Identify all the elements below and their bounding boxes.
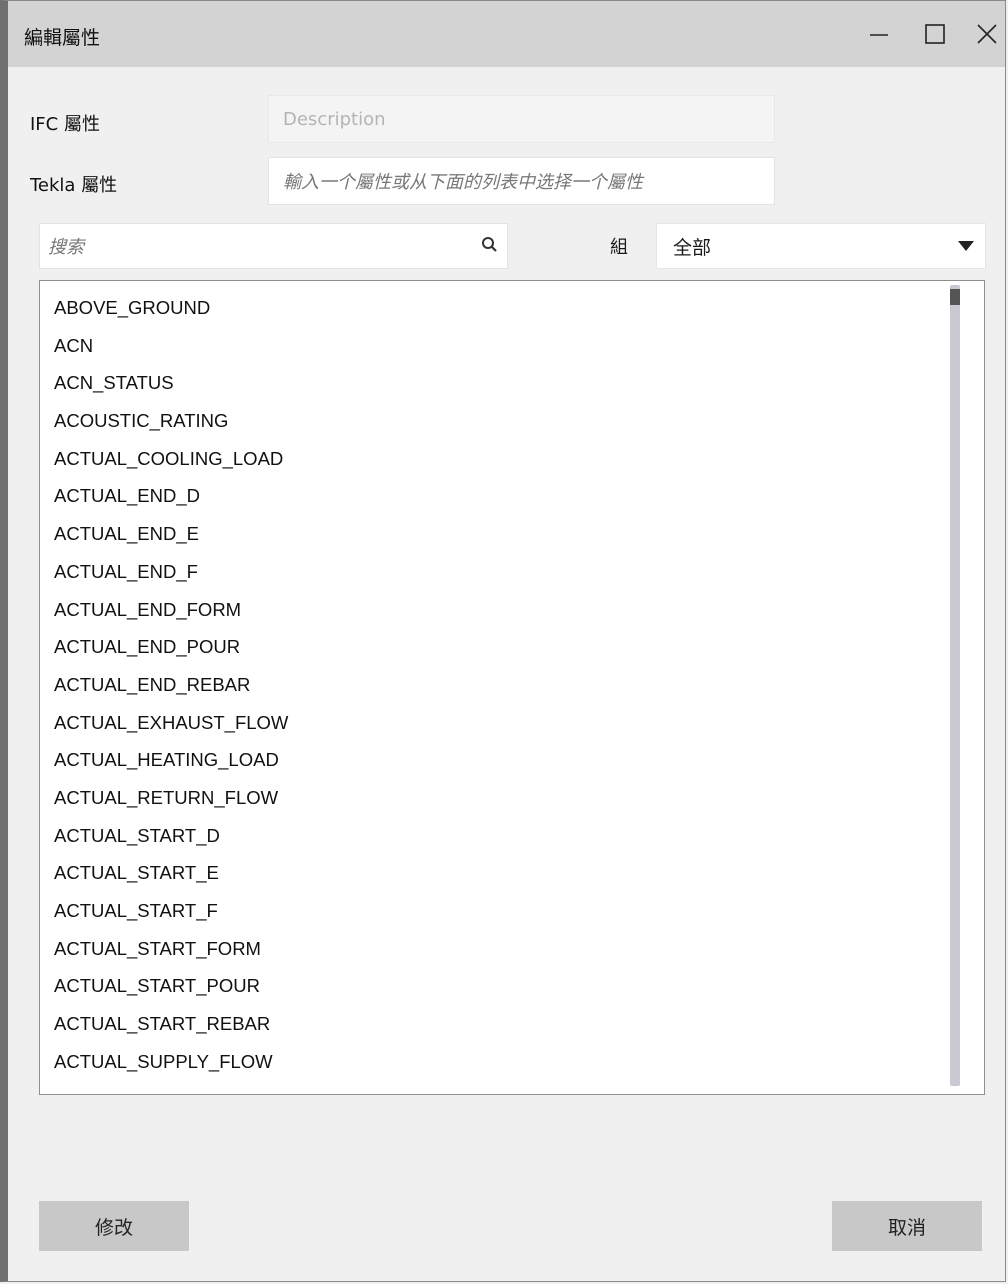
list-item[interactable]: ACTUAL_END_E <box>54 515 288 553</box>
attribute-list-items: ABOVE_GROUND ACN ACN_STATUS ACOUSTIC_RATING… <box>54 289 288 1080</box>
list-item[interactable]: ACTUAL_START_E <box>54 854 288 892</box>
list-item[interactable]: ACTUAL_END_D <box>54 477 288 515</box>
list-item[interactable]: ACTUAL_START_D <box>54 817 288 855</box>
search-input[interactable]: 搜索 <box>39 223 508 269</box>
tekla-attribute-placeholder: 輸入一个屬性或从下面的列表中选择一个屬性 <box>283 172 643 193</box>
list-item[interactable]: ACTUAL_START_FORM <box>54 930 288 968</box>
title-bar[interactable]: 編輯屬性 <box>8 1 1005 67</box>
group-label: 組 <box>610 237 628 258</box>
window-title: 編輯屬性 <box>24 27 101 49</box>
tekla-attribute-input[interactable]: 輸入一个屬性或从下面的列表中选择一个屬性 <box>268 157 775 205</box>
list-item[interactable]: ACTUAL_START_POUR <box>54 967 288 1005</box>
maximize-icon <box>925 24 945 44</box>
list-item[interactable]: ACTUAL_END_REBAR <box>54 666 288 704</box>
list-item[interactable]: ACTUAL_END_FORM <box>54 591 288 629</box>
search-icon[interactable] <box>480 235 500 255</box>
list-item[interactable]: ACTUAL_END_POUR <box>54 628 288 666</box>
list-item[interactable]: ACTUAL_HEATING_LOAD <box>54 741 288 779</box>
list-item[interactable]: ACTUAL_SUPPLY_FLOW <box>54 1043 288 1081</box>
cancel-button[interactable]: 取消 <box>832 1201 982 1251</box>
list-item[interactable]: ACTUAL_END_F <box>54 553 288 591</box>
list-item[interactable]: ABOVE_GROUND <box>54 289 288 327</box>
list-item[interactable]: ACTUAL_START_F <box>54 892 288 930</box>
list-item[interactable]: ACTUAL_COOLING_LOAD <box>54 440 288 478</box>
search-placeholder: 搜索 <box>48 237 84 258</box>
list-item[interactable]: ACN_STATUS <box>54 364 288 402</box>
ifc-attribute-field: Description <box>268 95 775 143</box>
attribute-list[interactable]: ABOVE_GROUND ACN ACN_STATUS ACOUSTIC_RATING… <box>39 280 985 1095</box>
group-selected-value: 全部 <box>673 236 712 259</box>
group-select[interactable]: 全部 <box>656 223 986 269</box>
list-item[interactable]: ACTUAL_RETURN_FLOW <box>54 779 288 817</box>
edit-attribute-dialog: 編輯屬性 IFC 屬性 Description Tekla 屬性 輸入一个屬性或… <box>0 0 1006 1282</box>
list-item[interactable]: ACTUAL_EXHAUST_FLOW <box>54 704 288 742</box>
scrollbar-thumb[interactable] <box>950 289 960 305</box>
ifc-attribute-value: Description <box>283 108 386 130</box>
list-item[interactable]: ACTUAL_START_REBAR <box>54 1005 288 1043</box>
close-button[interactable] <box>964 11 1008 57</box>
ifc-attribute-label: IFC 屬性 <box>30 114 100 135</box>
close-icon <box>977 24 997 44</box>
list-item[interactable]: ACN <box>54 327 288 365</box>
minimize-button[interactable] <box>856 11 902 57</box>
tekla-attribute-label: Tekla 屬性 <box>30 175 118 196</box>
minimize-icon <box>870 34 888 36</box>
modify-button[interactable]: 修改 <box>39 1201 189 1251</box>
list-item[interactable]: ACOUSTIC_RATING <box>54 402 288 440</box>
dropdown-arrow-icon <box>958 241 974 251</box>
scrollbar[interactable] <box>950 285 960 1086</box>
maximize-button[interactable] <box>912 11 958 57</box>
